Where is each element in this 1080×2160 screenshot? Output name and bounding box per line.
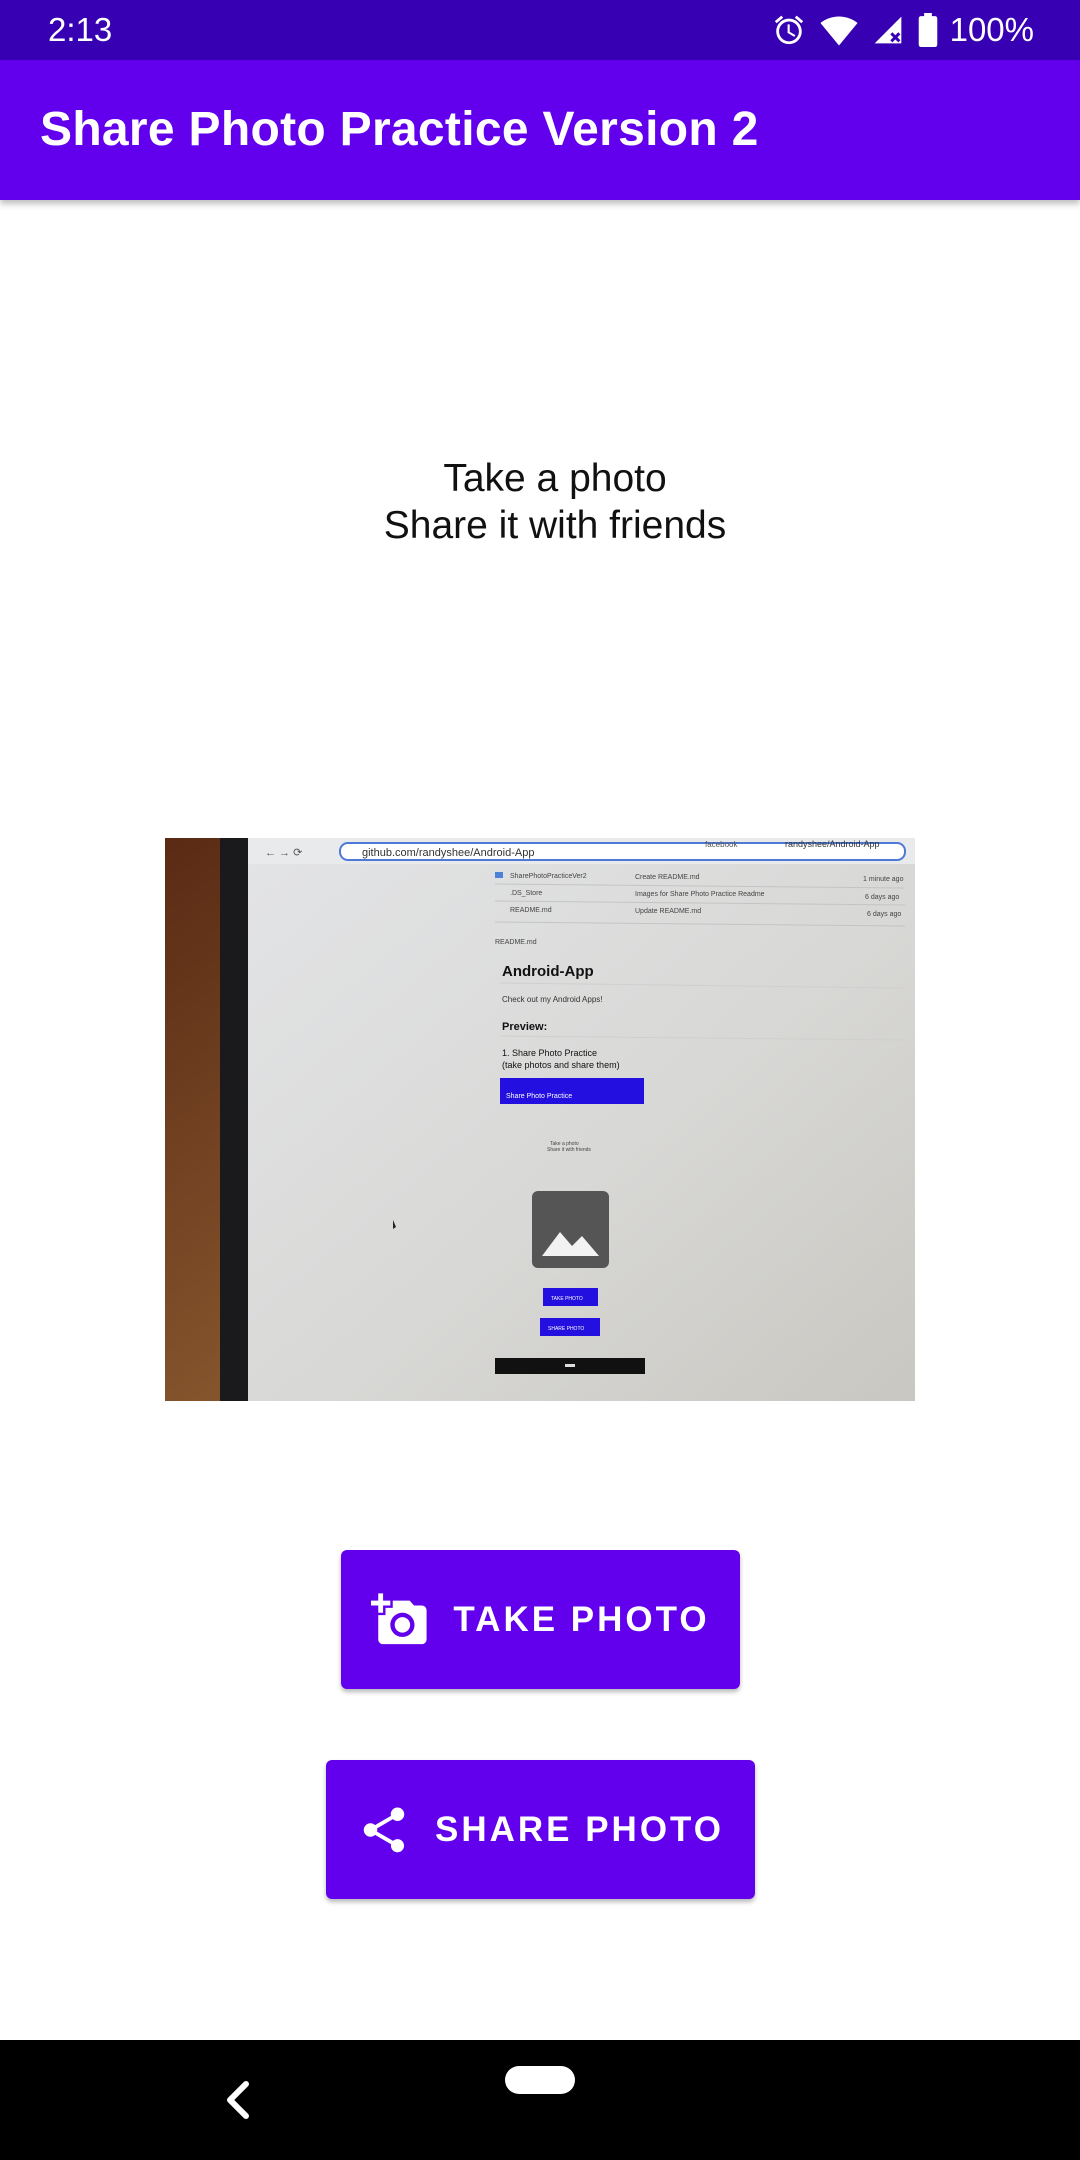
photo-file-1-time: 1 minute ago: [863, 876, 904, 883]
app-title: Share Photo Practice Version 2: [40, 103, 759, 156]
status-time: 2:13: [48, 11, 113, 48]
alarm-icon: [772, 13, 806, 47]
status-bar: 2:13 100%: [0, 0, 1080, 60]
photo-heading: Android-App: [502, 963, 594, 980]
photo-file-3-time: 6 days ago: [867, 911, 901, 918]
add-a-photo-icon: [371, 1591, 429, 1649]
photo-item-line-2: (take photos and share them): [502, 1060, 620, 1070]
back-icon[interactable]: [222, 2078, 252, 2127]
photo-mini-title: Share Photo Practice: [506, 1093, 572, 1100]
battery-icon: [918, 13, 938, 47]
svg-text:← → ⟳: ← → ⟳: [265, 847, 302, 859]
cell-signal-icon: [872, 13, 904, 47]
photo-file-3-name: README.md: [510, 907, 552, 914]
status-icons: 100%: [772, 10, 1034, 50]
home-pill[interactable]: [505, 2066, 575, 2094]
photo-preview: ← → ⟳ github.com/randyshee/Android-App f…: [165, 838, 915, 1401]
photo-readme-label: README.md: [495, 939, 537, 946]
share-icon: [357, 1803, 411, 1857]
app-bar: Share Photo Practice Version 2: [0, 60, 1080, 200]
photo-file-2-message: Images for Share Photo Practice Readme: [635, 891, 765, 898]
photo-mini-take: TAKE PHOTO: [551, 1296, 583, 1302]
photo-file-2-name: .DS_Store: [510, 890, 542, 897]
photo-subtitle: Check out my Android Apps!: [502, 995, 603, 1004]
take-photo-button[interactable]: TAKE PHOTO: [341, 1550, 740, 1689]
photo-item-line-1: 1. Share Photo Practice: [502, 1048, 597, 1058]
photo-mini-share: SHARE PHOTO: [548, 1326, 584, 1332]
share-photo-label: SHARE PHOTO: [434, 1809, 725, 1849]
photo-tab-2: randyshee/Android-App: [785, 839, 880, 849]
photo-file-2-time: 6 days ago: [865, 894, 899, 901]
intro-line-1: Take a photo: [443, 457, 667, 500]
photo-preview-label: Preview:: [502, 1021, 547, 1033]
nav-bar: [0, 2040, 1080, 2160]
battery-percent: 100%: [949, 11, 1034, 48]
intro-text: Take a photo Share it with friends: [0, 455, 1080, 549]
photo-file-1-name: SharePhotoPracticeVer2: [510, 873, 587, 880]
intro-line-2: Share it with friends: [383, 504, 727, 547]
wifi-icon: [820, 13, 858, 47]
photo-file-1-message: Create README.md: [635, 874, 700, 881]
share-photo-button[interactable]: SHARE PHOTO: [326, 1760, 755, 1899]
photo-tab-1: facebook: [705, 840, 738, 849]
photo-file-3-message: Update README.md: [635, 908, 701, 915]
photo-url: github.com/randyshee/Android-App: [362, 847, 534, 859]
photo-mini-line-2: Share it with friends: [547, 1147, 591, 1153]
take-photo-label: TAKE PHOTO: [453, 1599, 710, 1639]
